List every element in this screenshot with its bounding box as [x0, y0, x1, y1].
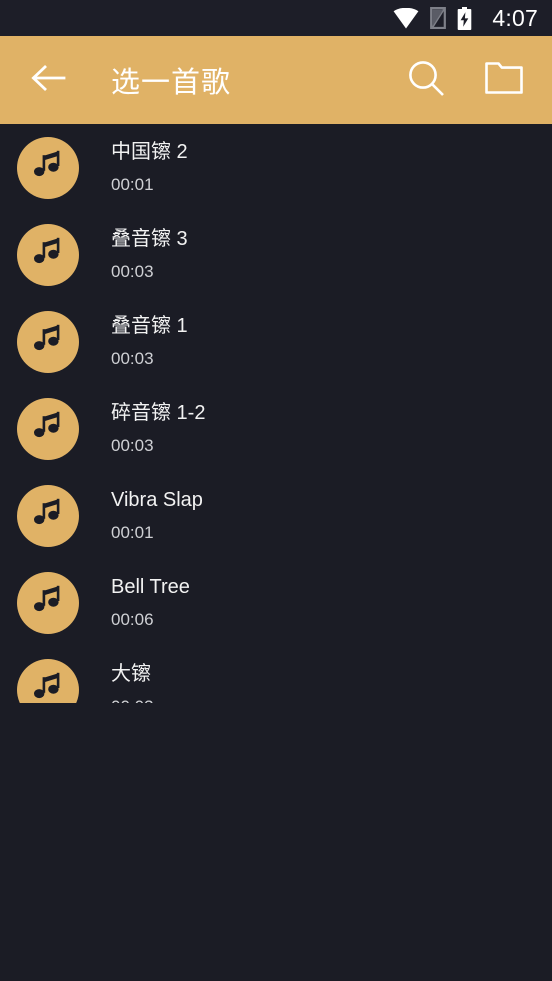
- song-list[interactable]: 中国镲 2 00:01 叠音镲 3 00:03 叠音镲 1 00:03 碎音镲 1-2 00:…: [0, 124, 552, 703]
- app-bar-actions: [400, 54, 530, 106]
- search-button[interactable]: [400, 54, 452, 106]
- music-note-icon: [31, 496, 65, 535]
- song-duration: 00:01: [111, 522, 154, 542]
- folder-icon: [484, 61, 524, 100]
- back-arrow-icon: [30, 63, 66, 98]
- song-list-item[interactable]: 叠音镲 3 00:03: [0, 211, 552, 298]
- song-list-item[interactable]: 中国镲 2 00:01: [0, 124, 552, 211]
- music-note-icon: [31, 235, 65, 274]
- song-title: 中国镲 2: [111, 140, 188, 163]
- song-avatar: [17, 658, 79, 703]
- song-title: Vibra Slap: [111, 488, 203, 511]
- song-list-item[interactable]: 叠音镲 1 00:03: [0, 298, 552, 385]
- wifi-icon: [393, 7, 419, 29]
- song-title: 叠音镲 1: [111, 314, 188, 337]
- song-text-block: Bell Tree 00:06: [111, 574, 190, 632]
- battery-charging-icon: [457, 6, 472, 30]
- music-note-icon: [31, 583, 65, 622]
- song-avatar: [17, 571, 79, 634]
- app-bar: 选一首歌: [0, 36, 552, 124]
- song-text-block: 碎音镲 1-2 00:03: [111, 400, 205, 458]
- song-duration: 00:03: [111, 435, 154, 455]
- music-note-icon: [31, 670, 65, 703]
- music-note-icon: [31, 148, 65, 187]
- song-text-block: 大镲 00:03: [111, 661, 154, 703]
- song-list-item[interactable]: 大镲 00:03: [0, 646, 552, 703]
- status-bar: 4:07: [0, 0, 552, 36]
- music-note-icon: [31, 409, 65, 448]
- song-list-item[interactable]: Bell Tree 00:06: [0, 559, 552, 646]
- back-button[interactable]: [22, 54, 74, 106]
- song-text-block: Vibra Slap 00:01: [111, 487, 203, 545]
- song-duration: 00:01: [111, 174, 154, 194]
- music-note-icon: [31, 322, 65, 361]
- song-text-block: 叠音镲 1 00:03: [111, 313, 188, 371]
- song-avatar: [17, 136, 79, 199]
- app-screen: 4:07 选一首歌 中国镲 2 00:01 叠音镲 3 00:03 叠音镲 1 …: [0, 0, 552, 981]
- song-avatar: [17, 223, 79, 286]
- song-duration: 00:03: [111, 261, 154, 281]
- song-avatar: [17, 397, 79, 460]
- song-duration: 00:03: [111, 348, 154, 368]
- song-avatar: [17, 310, 79, 373]
- song-duration: 00:03: [111, 696, 154, 703]
- song-title: 叠音镲 3: [111, 227, 188, 250]
- song-title: 碎音镲 1-2: [111, 401, 206, 424]
- page-title: 选一首歌: [111, 67, 232, 99]
- song-avatar: [17, 484, 79, 547]
- song-duration: 00:06: [111, 609, 154, 629]
- song-text-block: 叠音镲 3 00:03: [111, 226, 188, 284]
- song-title: Bell Tree: [111, 575, 190, 598]
- song-list-item[interactable]: 碎音镲 1-2 00:03: [0, 385, 552, 472]
- status-bar-clock: 4:07: [492, 4, 538, 31]
- search-icon: [406, 58, 446, 103]
- no-signal-icon: [430, 7, 447, 29]
- folder-button[interactable]: [478, 54, 530, 106]
- status-bar-icons: 4:07: [393, 4, 538, 31]
- song-text-block: 中国镲 2 00:01: [111, 139, 188, 197]
- song-title: 大镲: [111, 662, 151, 685]
- song-list-item[interactable]: Vibra Slap 00:01: [0, 472, 552, 559]
